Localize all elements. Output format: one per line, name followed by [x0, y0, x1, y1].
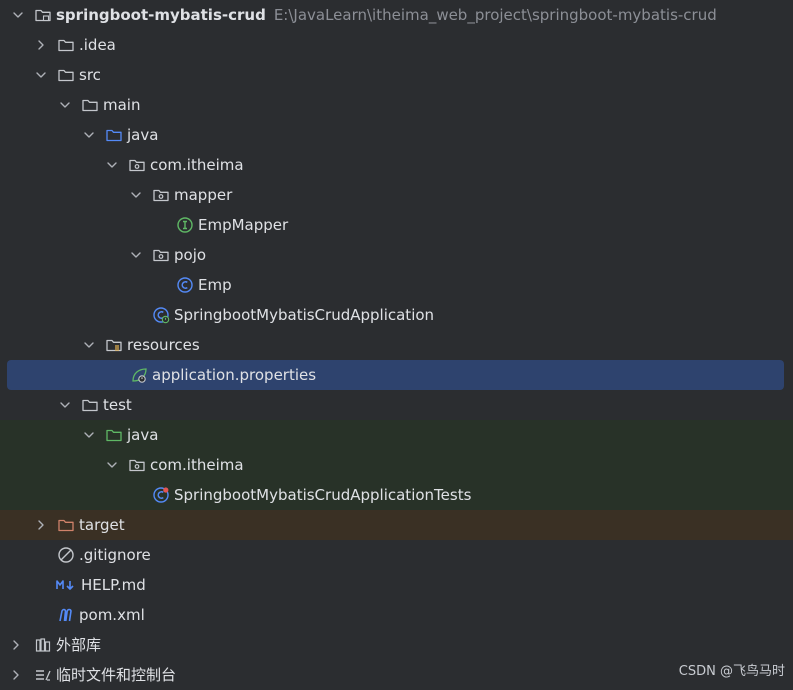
chevron-down-icon[interactable] — [10, 0, 26, 30]
tree-item-label: mapper — [174, 186, 233, 204]
tree-item-app-tests[interactable]: SpringbootMybatisCrudApplicationTests — [0, 480, 793, 510]
ignore-file-icon — [57, 546, 75, 564]
tree-item-emp-mapper[interactable]: EmpMapper — [0, 210, 793, 240]
tree-item-label: SpringbootMybatisCrudApplicationTests — [174, 486, 472, 504]
tree-item-label: 外部库 — [56, 636, 102, 654]
watermark: CSDN @飞鸟马时 — [678, 664, 785, 679]
class-icon — [176, 276, 194, 294]
folder-icon — [81, 96, 99, 114]
tree-item-java[interactable]: java — [0, 120, 793, 150]
tree-item-app[interactable]: SpringbootMybatisCrudApplication — [0, 300, 793, 330]
tree-item-label: resources — [127, 336, 200, 354]
tree-item-root[interactable]: springboot-mybatis-crud E:\JavaLearn\ith… — [0, 0, 793, 30]
tree-item-label: pojo — [174, 246, 207, 264]
package-icon — [152, 246, 170, 264]
tree-item-test-java[interactable]: java — [0, 420, 793, 450]
tree-item-label: Emp — [198, 276, 232, 294]
chevron-down-icon[interactable] — [57, 90, 73, 120]
maven-icon — [57, 606, 75, 624]
folder-icon — [57, 36, 75, 54]
tree-item-test[interactable]: test — [0, 390, 793, 420]
tree-item-target[interactable]: target — [0, 510, 793, 540]
tree-item-label: application.properties — [152, 366, 317, 384]
tree-item-label: java — [127, 426, 159, 444]
excluded-folder-icon — [57, 516, 75, 534]
tree-item-label: EmpMapper — [198, 216, 289, 234]
chevron-down-icon[interactable] — [104, 150, 120, 180]
tree-item-label: pom.xml — [79, 606, 145, 624]
tree-item-external-libraries[interactable]: 外部库 — [0, 630, 793, 660]
scratches-icon — [34, 666, 52, 684]
interface-icon — [176, 216, 194, 234]
tree-item-label: 临时文件和控制台 — [56, 666, 177, 684]
package-icon — [128, 156, 146, 174]
tree-item-label: target — [79, 516, 125, 534]
chevron-down-icon[interactable] — [81, 420, 97, 450]
chevron-right-icon[interactable] — [8, 630, 24, 660]
tree-item-label: main — [103, 96, 141, 114]
chevron-down-icon[interactable] — [81, 330, 97, 360]
folder-icon — [57, 66, 75, 84]
tree-item-application-properties[interactable]: application.properties — [7, 360, 784, 390]
project-tree: springboot-mybatis-crud E:\JavaLearn\ith… — [0, 0, 793, 690]
tree-item-label: src — [79, 66, 101, 84]
tree-item-pojo[interactable]: pojo — [0, 240, 793, 270]
tree-item-help-md[interactable]: HELP.md — [0, 570, 793, 600]
package-icon — [152, 186, 170, 204]
source-folder-icon — [105, 126, 123, 144]
tree-item-label: SpringbootMybatisCrudApplication — [174, 306, 435, 324]
package-icon — [128, 456, 146, 474]
tree-item-src[interactable]: src — [0, 60, 793, 90]
tree-item-label: com.itheima — [150, 156, 244, 174]
chevron-down-icon[interactable] — [104, 450, 120, 480]
tree-item-main[interactable]: main — [0, 90, 793, 120]
resources-folder-icon — [105, 336, 123, 354]
project-name: springboot-mybatis-crud — [56, 6, 266, 24]
chevron-right-icon[interactable] — [8, 660, 24, 690]
tree-item-label: .gitignore — [79, 546, 151, 564]
tree-item-label: HELP.md — [81, 576, 146, 594]
spring-properties-icon — [130, 366, 148, 384]
tree-item-label: java — [127, 126, 159, 144]
project-path: E:\JavaLearn\itheima_web_project\springb… — [273, 6, 717, 24]
tree-item-resources[interactable]: resources — [0, 330, 793, 360]
tree-item-gitignore[interactable]: .gitignore — [0, 540, 793, 570]
tree-item-idea[interactable]: .idea — [0, 30, 793, 60]
chevron-down-icon[interactable] — [81, 120, 97, 150]
chevron-down-icon[interactable] — [33, 60, 49, 90]
chevron-down-icon[interactable] — [57, 390, 73, 420]
chevron-right-icon[interactable] — [33, 30, 49, 60]
tree-item-test-package[interactable]: com.itheima — [0, 450, 793, 480]
tree-item-label: .idea — [79, 36, 116, 54]
library-icon — [34, 636, 52, 654]
folder-icon — [81, 396, 99, 414]
project-folder-icon — [34, 6, 52, 24]
spring-boot-class-icon — [152, 306, 170, 324]
markdown-icon — [55, 576, 77, 594]
tree-item-label: com.itheima — [150, 456, 244, 474]
chevron-right-icon[interactable] — [33, 510, 49, 540]
test-class-icon — [152, 486, 170, 504]
tree-item-mapper[interactable]: mapper — [0, 180, 793, 210]
test-source-folder-icon — [105, 426, 123, 444]
tree-item-package[interactable]: com.itheima — [0, 150, 793, 180]
chevron-down-icon[interactable] — [128, 180, 144, 210]
tree-item-label: test — [103, 396, 132, 414]
tree-item-pom[interactable]: pom.xml — [0, 600, 793, 630]
tree-item-scratches[interactable]: 临时文件和控制台 — [0, 660, 793, 690]
chevron-down-icon[interactable] — [128, 240, 144, 270]
tree-item-emp[interactable]: Emp — [0, 270, 793, 300]
